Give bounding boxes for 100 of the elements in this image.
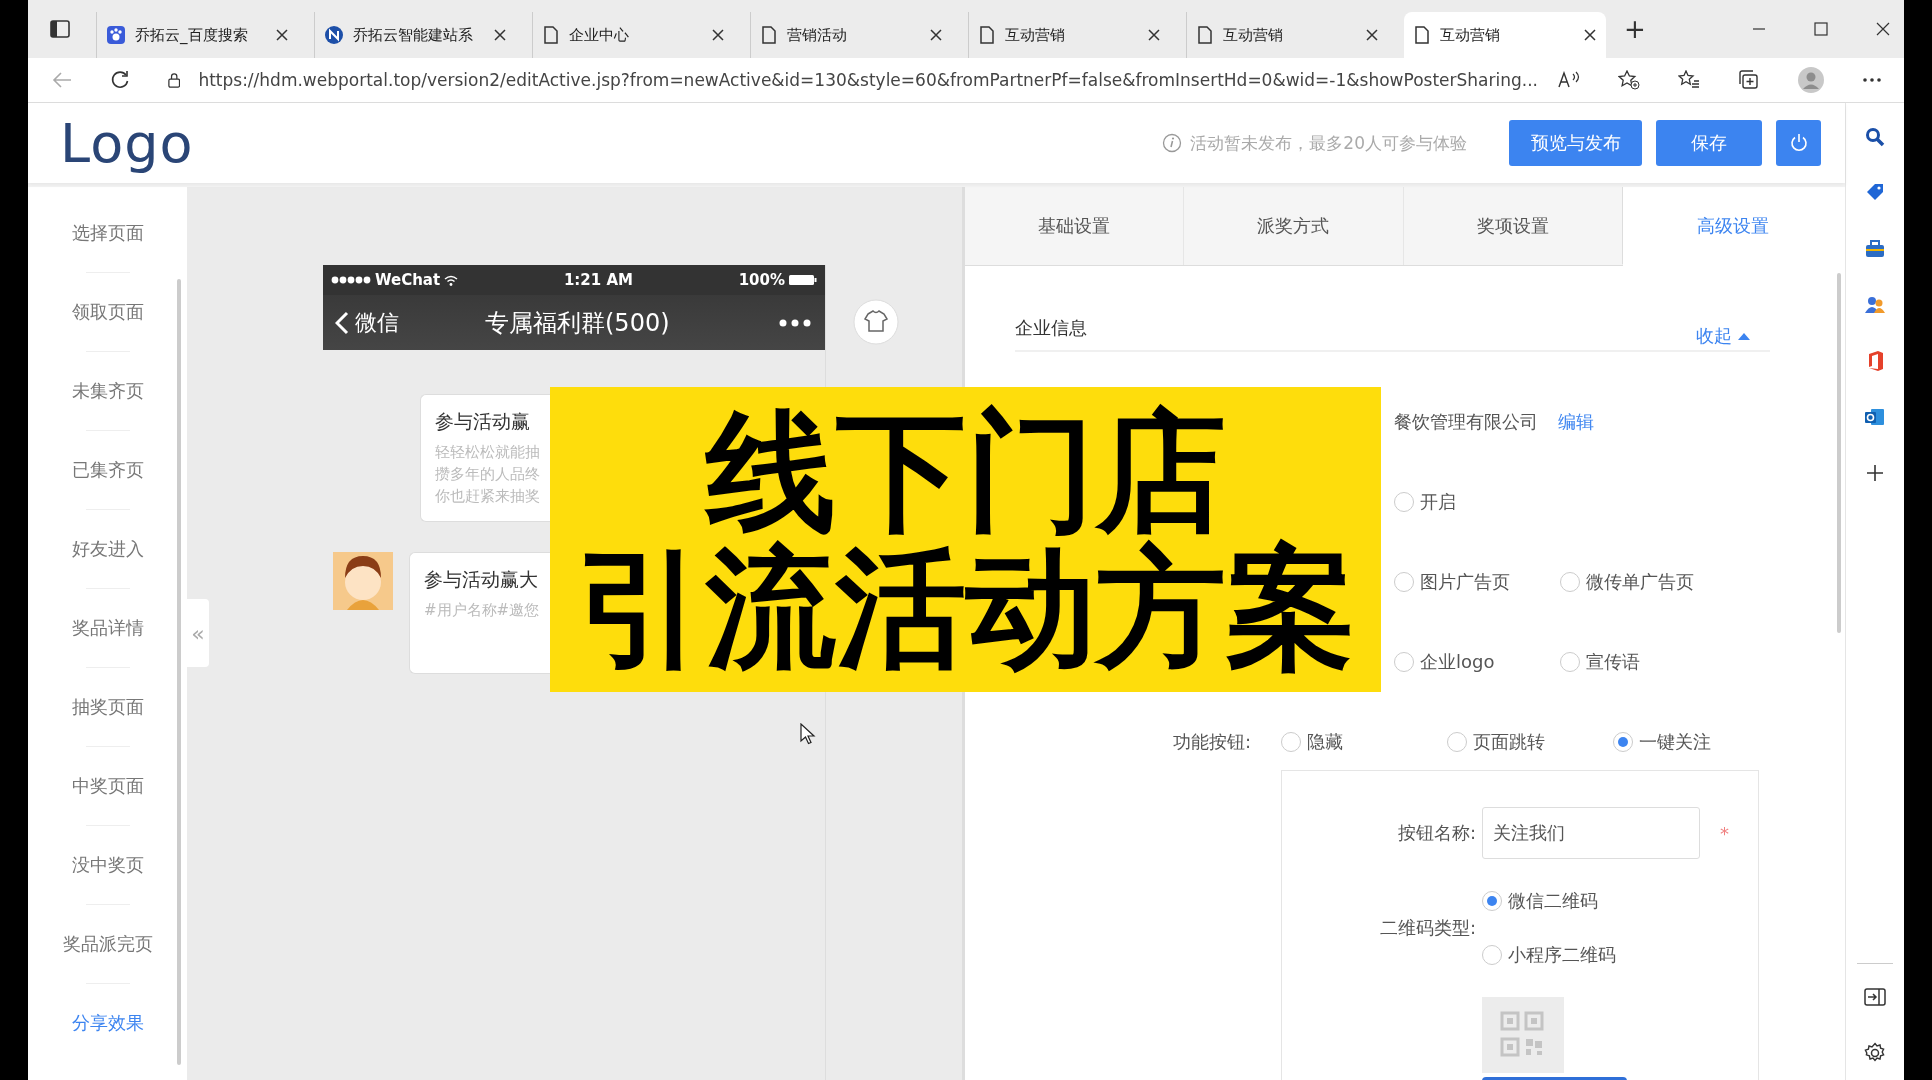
page-icon	[761, 26, 777, 44]
nav-item[interactable]: 未集齐页	[71, 378, 144, 404]
notice-text: 活动暂未发布，最多20人可参与体验	[1190, 131, 1467, 155]
tag-icon[interactable]	[1865, 183, 1885, 203]
tab-title: 乔拓云_百度搜索	[135, 25, 249, 45]
radio-button[interactable]	[1394, 652, 1414, 672]
sidebar-icon[interactable]	[50, 20, 70, 38]
info-icon	[1162, 133, 1183, 153]
nav-item[interactable]: 好友进入	[71, 536, 144, 562]
pointer-cursor-icon	[800, 723, 816, 745]
tab-title: 乔拓云智能建站系	[353, 25, 474, 45]
new-tab-button[interactable]: +	[1624, 14, 1646, 44]
button-name-field[interactable]: 关注我们	[1482, 807, 1700, 859]
message-card[interactable]: 参与活动赢 轻轻松松就能抽 攒多年的人品终 你也赶紧来抽奖	[420, 394, 550, 522]
back-link[interactable]: 微信	[355, 307, 399, 338]
radio-option[interactable]: 微信二维码	[1482, 889, 1622, 913]
radio-button[interactable]	[1394, 572, 1414, 592]
radio-option[interactable]: 页面跳转	[1447, 730, 1587, 754]
scrollbar[interactable]	[177, 279, 181, 1065]
radio-option[interactable]: 隐藏	[1281, 730, 1421, 754]
radio-button[interactable]	[1394, 492, 1414, 512]
radio-button[interactable]	[1613, 732, 1633, 752]
message-title: 参与活动赢	[435, 409, 531, 434]
tab-title: 互动营销	[1223, 25, 1284, 45]
battery-text: 100%	[738, 271, 785, 289]
page-icon	[979, 26, 995, 44]
more-icon[interactable]	[1862, 77, 1882, 83]
avatar-figure-icon	[333, 552, 393, 610]
radio-button[interactable]	[1281, 732, 1301, 752]
panel-toggle-icon[interactable]	[1864, 988, 1886, 1006]
nav-item[interactable]: 领取页面	[71, 299, 144, 325]
read-aloud-icon[interactable]	[1558, 71, 1580, 89]
required-mark: *	[1720, 822, 1729, 844]
people-icon[interactable]	[1865, 295, 1885, 315]
profile-avatar-icon[interactable]	[1798, 67, 1824, 93]
nav-item[interactable]: 没中奖页	[71, 852, 144, 878]
close-icon[interactable]	[1584, 29, 1596, 41]
radio-button[interactable]	[1560, 572, 1580, 592]
radio-option[interactable]: 一键关注	[1613, 730, 1753, 754]
shirt-icon[interactable]	[853, 299, 899, 345]
plus-icon[interactable]	[1865, 463, 1885, 483]
radio-option[interactable]: 微传单广告页	[1560, 570, 1700, 594]
message-text: #用户名称#邀您	[424, 600, 541, 621]
nav-item[interactable]: 奖品详情	[71, 615, 144, 641]
close-icon[interactable]	[712, 29, 724, 41]
close-icon[interactable]	[1876, 22, 1890, 36]
close-icon[interactable]	[1148, 29, 1160, 41]
nav-item[interactable]: 奖品派完页	[62, 931, 153, 957]
page-icon	[1414, 26, 1430, 44]
nav-item[interactable]: 已集齐页	[71, 457, 144, 483]
message-text: 攒多年的人品终	[435, 464, 541, 485]
close-icon[interactable]	[1366, 29, 1378, 41]
scrollbar[interactable]	[1837, 273, 1841, 633]
save-button[interactable]: 保存	[1656, 120, 1762, 166]
nav-item[interactable]: 选择页面	[71, 220, 144, 246]
collections-icon[interactable]	[1738, 70, 1760, 90]
favorites-icon[interactable]	[1678, 70, 1700, 90]
wifi-icon	[444, 274, 459, 286]
publish-button[interactable]: 预览与发布	[1509, 120, 1642, 166]
clock-text: 1:21 AM	[563, 271, 633, 289]
close-icon[interactable]	[930, 29, 942, 41]
mail-icon[interactable]	[1865, 407, 1885, 427]
caret-up-icon	[1738, 332, 1750, 340]
settings-tab[interactable]: 奖项设置	[1402, 187, 1622, 265]
collapse-link[interactable]: 收起	[1696, 324, 1750, 348]
radio-button[interactable]	[1560, 652, 1580, 672]
close-icon[interactable]	[276, 29, 288, 41]
more-icon[interactable]	[779, 318, 813, 327]
settings-tab[interactable]: 派奖方式	[1183, 187, 1403, 265]
radio-option[interactable]: 小程序二维码	[1482, 943, 1622, 967]
radio-option[interactable]: 宣传语	[1560, 650, 1700, 674]
edit-link[interactable]: 编辑	[1558, 410, 1594, 434]
power-button[interactable]	[1776, 120, 1821, 166]
radio-button[interactable]	[1482, 891, 1502, 911]
lock-icon	[168, 71, 181, 89]
maximize-icon[interactable]	[1814, 22, 1828, 36]
search-icon[interactable]	[1865, 127, 1885, 147]
section-title: 企业信息	[1015, 316, 1087, 340]
browser-tab[interactable]: 互动营销	[1404, 12, 1606, 58]
tab-title: 企业中心	[569, 25, 630, 45]
radio-option[interactable]: 图片广告页	[1394, 570, 1534, 594]
close-icon[interactable]	[494, 29, 506, 41]
toolbox-icon[interactable]	[1865, 239, 1885, 259]
nav-item[interactable]: 分享效果	[71, 1010, 144, 1036]
radio-button[interactable]	[1447, 732, 1467, 752]
star-plus-icon[interactable]	[1618, 70, 1640, 90]
tab-title: 互动营销	[1005, 25, 1066, 45]
radio-option[interactable]: 开启	[1394, 490, 1534, 514]
radio-button[interactable]	[1482, 945, 1502, 965]
field-label: 功能按钮:	[1171, 730, 1252, 754]
nav-item[interactable]: 中奖页面	[71, 773, 144, 799]
logo: Logo	[60, 111, 194, 175]
settings-icon[interactable]	[1864, 1042, 1886, 1064]
banner-title: 线下门店	[705, 403, 1226, 540]
settings-tab[interactable]: 基础设置	[965, 187, 1184, 265]
message-card[interactable]: 参与活动赢大 #用户名称#邀您	[409, 552, 550, 674]
power-icon	[1788, 133, 1809, 153]
radio-option[interactable]: 企业logo	[1394, 650, 1534, 674]
nav-item[interactable]: 抽奖页面	[71, 694, 144, 720]
refresh-icon[interactable]	[110, 70, 130, 90]
